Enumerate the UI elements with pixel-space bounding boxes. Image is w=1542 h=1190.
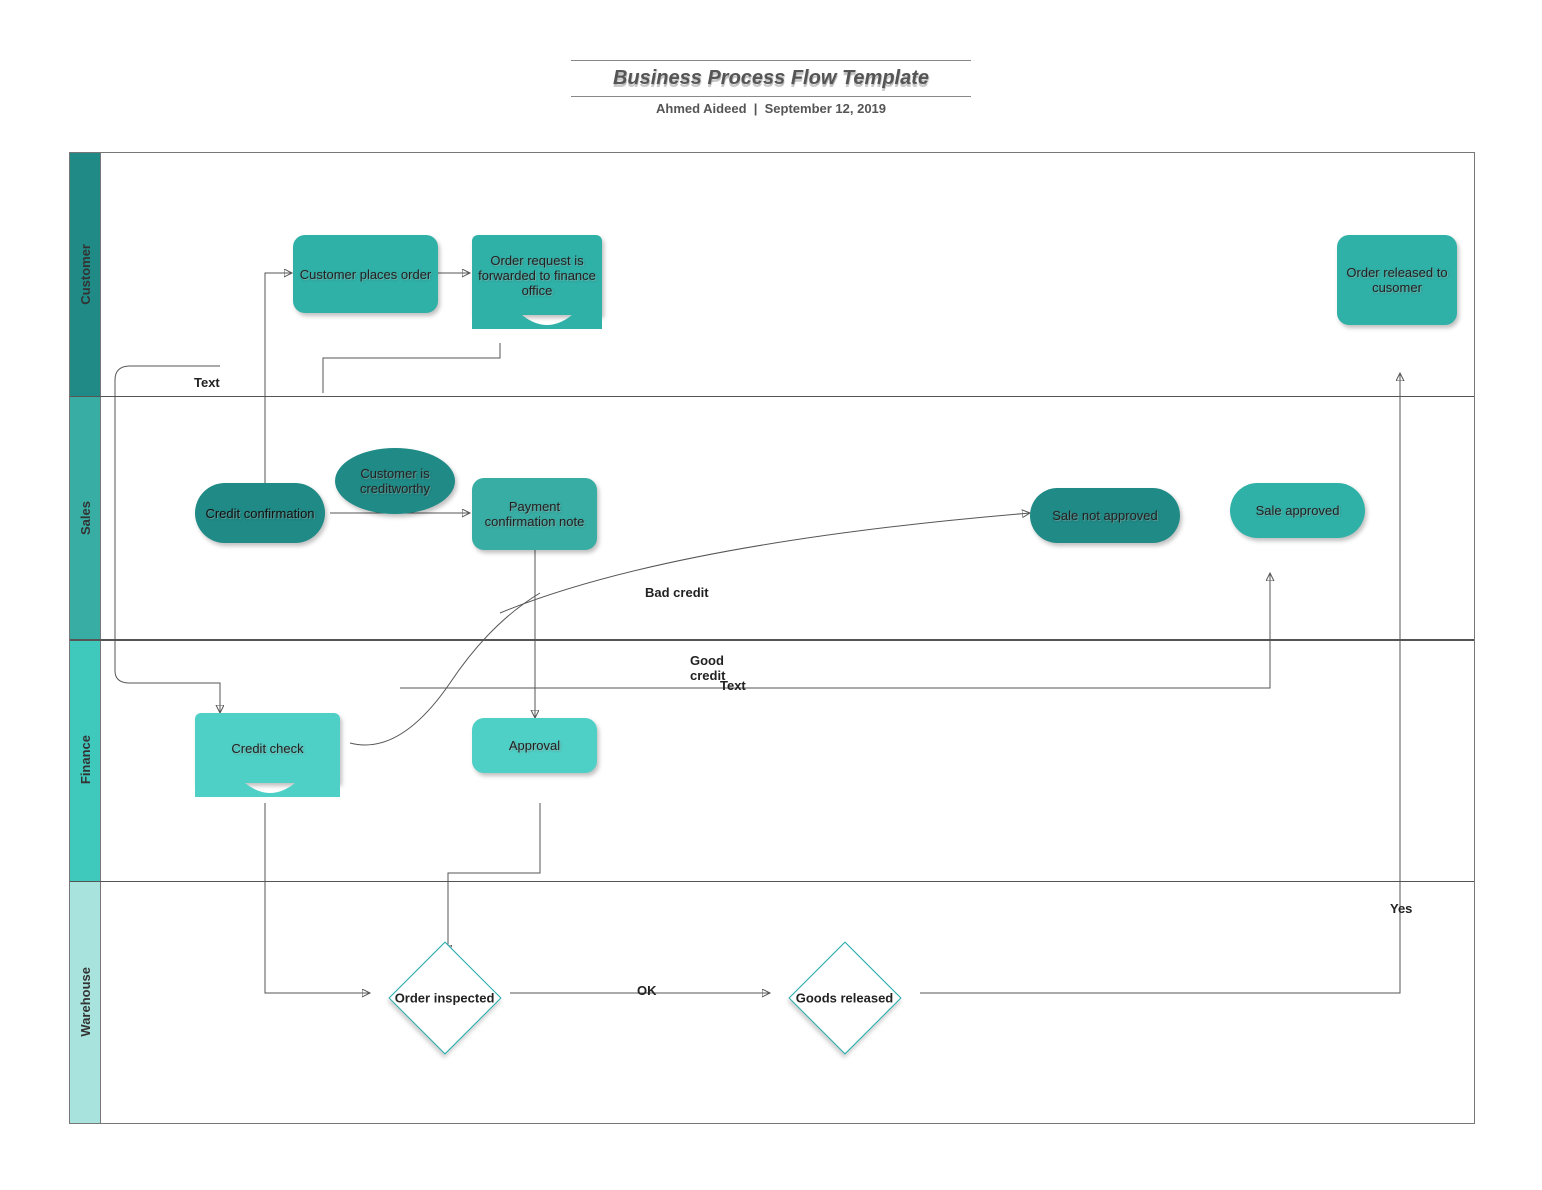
swimlane-canvas: Customer Sales Finance Warehouse (69, 152, 1475, 1124)
node-text: Customer places order (300, 267, 432, 282)
node-text: Credit check (231, 741, 303, 756)
lane-sep-1 (70, 396, 1474, 397)
node-order-request-forwarded[interactable]: Order request is forwarded to finance of… (472, 235, 602, 315)
node-text: Order released to cusomer (1341, 265, 1453, 295)
node-credit-confirmation[interactable]: Credit confirmation (195, 483, 325, 543)
node-order-released[interactable]: Order released to cusomer (1337, 235, 1457, 325)
lane-label-customer: Customer (78, 244, 93, 305)
node-text: Credit confirmation (205, 506, 314, 521)
node-goods-released[interactable]: Goods released (788, 941, 901, 1054)
node-customer-places-order[interactable]: Customer places order (293, 235, 438, 313)
lane-sep-3 (70, 881, 1474, 882)
node-text: Order inspected (395, 991, 495, 1006)
page: Business Process Flow Template Business … (0, 0, 1542, 1190)
title-wrap: Business Process Flow Template (571, 60, 971, 97)
node-text: Approval (509, 738, 560, 753)
node-credit-check[interactable]: Credit check (195, 713, 340, 783)
node-text: Sale approved (1256, 503, 1340, 518)
author-text: Ahmed Aideed (656, 101, 747, 116)
node-text: Payment confirmation note (476, 499, 593, 529)
node-sale-approved[interactable]: Sale approved (1230, 483, 1365, 538)
lane-label-finance: Finance (78, 735, 93, 784)
edge-label-yes: Yes (1390, 901, 1412, 916)
lane-head-warehouse: Warehouse (70, 881, 101, 1123)
date-text: September 12, 2019 (765, 101, 886, 116)
node-text: Sale not approved (1052, 508, 1158, 523)
lane-label-sales: Sales (78, 501, 93, 535)
lane-head-customer: Customer (70, 153, 101, 396)
node-text: Customer is creditworthy (339, 466, 451, 496)
node-text: Order request is forwarded to finance of… (476, 253, 598, 298)
node-sale-not-approved[interactable]: Sale not approved (1030, 488, 1180, 543)
edge-label-text1: Text (194, 375, 220, 390)
diagram-header: Business Process Flow Template Ahmed Aid… (571, 60, 971, 116)
lane-head-sales: Sales (70, 396, 101, 639)
node-order-inspected[interactable]: Order inspected (388, 941, 501, 1054)
edge-label-text2: Text (720, 678, 746, 693)
diagram-title: Business Process Flow Template (571, 67, 971, 90)
lane-sep-2 (70, 639, 1474, 641)
edge-label-ok: OK (637, 983, 657, 998)
lane-label-warehouse: Warehouse (78, 967, 93, 1037)
node-customer-creditworthy[interactable]: Customer is creditworthy (335, 448, 455, 514)
connectors-layer (70, 153, 1474, 1123)
lane-head-finance: Finance (70, 639, 101, 881)
node-payment-confirmation-note[interactable]: Payment confirmation note (472, 478, 597, 550)
node-approval[interactable]: Approval (472, 718, 597, 773)
diagram-subtitle: Ahmed Aideed | September 12, 2019 (571, 101, 971, 116)
node-text: Goods released (796, 991, 894, 1006)
edge-label-bad-credit: Bad credit (645, 585, 709, 600)
